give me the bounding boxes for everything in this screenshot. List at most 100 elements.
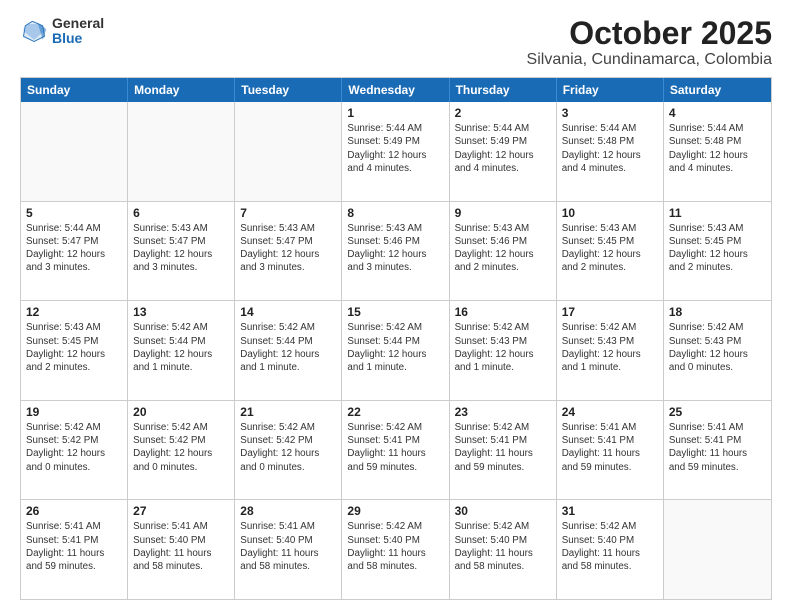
day-number: 28 (240, 504, 336, 518)
day-info: Sunrise: 5:42 AM Sunset: 5:40 PM Dayligh… (347, 520, 443, 573)
calendar-day-17: 17 Sunrise: 5:42 AM Sunset: 5:43 PM Dayli… (557, 301, 664, 400)
day-number: 17 (562, 305, 658, 319)
header-day-saturday: Saturday (664, 78, 771, 102)
header-day-monday: Monday (128, 78, 235, 102)
calendar-day-14: 14 Sunrise: 5:42 AM Sunset: 5:44 PM Dayli… (235, 301, 342, 400)
calendar-day-20: 20 Sunrise: 5:42 AM Sunset: 5:42 PM Dayli… (128, 401, 235, 500)
logo-blue-text: Blue (52, 31, 104, 46)
calendar-day-24: 24Sunrise: 5:41 AM Sunset: 5:41 PM Dayli… (557, 401, 664, 500)
day-number: 5 (26, 206, 122, 220)
calendar-day-13: 13 Sunrise: 5:42 AM Sunset: 5:44 PM Dayli… (128, 301, 235, 400)
calendar-empty-cell (21, 102, 128, 201)
header-day-friday: Friday (557, 78, 664, 102)
day-number: 15 (347, 305, 443, 319)
day-number: 14 (240, 305, 336, 319)
calendar-day-6: 6 Sunrise: 5:43 AM Sunset: 5:47 PM Daylig… (128, 202, 235, 301)
calendar-day-8: 8Sunrise: 5:43 AM Sunset: 5:46 PM Daylig… (342, 202, 449, 301)
calendar-day-29: 29 Sunrise: 5:42 AM Sunset: 5:40 PM Dayli… (342, 500, 449, 599)
calendar-day-4: 4 Sunrise: 5:44 AM Sunset: 5:48 PM Daylig… (664, 102, 771, 201)
day-info: Sunrise: 5:41 AM Sunset: 5:40 PM Dayligh… (133, 520, 229, 573)
day-number: 29 (347, 504, 443, 518)
day-info: Sunrise: 5:42 AM Sunset: 5:41 PM Dayligh… (455, 421, 551, 474)
calendar-header: SundayMondayTuesdayWednesdayThursdayFrid… (21, 78, 771, 102)
day-info: Sunrise: 5:42 AM Sunset: 5:43 PM Dayligh… (669, 321, 766, 374)
calendar-day-1: 1 Sunrise: 5:44 AM Sunset: 5:49 PM Daylig… (342, 102, 449, 201)
day-info: Sunrise: 5:44 AM Sunset: 5:48 PM Dayligh… (669, 122, 766, 175)
day-info: Sunrise: 5:42 AM Sunset: 5:44 PM Dayligh… (347, 321, 443, 374)
calendar-week-2: 5Sunrise: 5:44 AM Sunset: 5:47 PM Daylig… (21, 202, 771, 302)
calendar-empty-cell (664, 500, 771, 599)
calendar-day-31: 31 Sunrise: 5:42 AM Sunset: 5:40 PM Dayli… (557, 500, 664, 599)
day-number: 23 (455, 405, 551, 419)
calendar-day-19: 19Sunrise: 5:42 AM Sunset: 5:42 PM Dayli… (21, 401, 128, 500)
day-info: Sunrise: 5:44 AM Sunset: 5:49 PM Dayligh… (347, 122, 443, 175)
day-number: 11 (669, 206, 766, 220)
day-info: Sunrise: 5:41 AM Sunset: 5:41 PM Dayligh… (26, 520, 122, 573)
calendar-week-5: 26 Sunrise: 5:41 AM Sunset: 5:41 PM Dayli… (21, 500, 771, 599)
day-info: Sunrise: 5:44 AM Sunset: 5:48 PM Dayligh… (562, 122, 658, 175)
calendar-day-7: 7 Sunrise: 5:43 AM Sunset: 5:47 PM Daylig… (235, 202, 342, 301)
day-number: 4 (669, 106, 766, 120)
calendar-week-4: 19 Sunrise: 5:42 AM Sunset: 5:42 PM Dayli… (21, 401, 771, 501)
day-number: 13 (133, 305, 229, 319)
day-info: Sunrise: 5:42 AM Sunset: 5:40 PM Dayligh… (455, 520, 551, 573)
header-day-thursday: Thursday (450, 78, 557, 102)
calendar-day-30: 30Sunrise: 5:42 AM Sunset: 5:40 PM Dayli… (450, 500, 557, 599)
day-number: 21 (240, 405, 336, 419)
calendar-empty-cell (128, 102, 235, 201)
day-number: 1 (347, 106, 443, 120)
day-number: 18 (669, 305, 766, 319)
day-number: 8 (347, 206, 443, 220)
header: General Blue October 2025 Silvania, Cund… (20, 16, 772, 69)
day-info: Sunrise: 5:41 AM Sunset: 5:41 PM Dayligh… (669, 421, 766, 474)
calendar-day-11: 11Sunrise: 5:43 AM Sunset: 5:45 PM Dayli… (664, 202, 771, 301)
calendar-day-22: 22Sunrise: 5:42 AM Sunset: 5:41 PM Dayli… (342, 401, 449, 500)
logo-general-text: General (52, 16, 104, 31)
day-number: 6 (133, 206, 229, 220)
day-number: 31 (562, 504, 658, 518)
day-info: Sunrise: 5:41 AM Sunset: 5:40 PM Dayligh… (240, 520, 336, 573)
day-number: 26 (26, 504, 122, 518)
day-info: Sunrise: 5:42 AM Sunset: 5:41 PM Dayligh… (347, 421, 443, 474)
header-day-tuesday: Tuesday (235, 78, 342, 102)
calendar-day-10: 10 Sunrise: 5:43 AM Sunset: 5:45 PM Dayli… (557, 202, 664, 301)
day-info: Sunrise: 5:42 AM Sunset: 5:43 PM Dayligh… (562, 321, 658, 374)
header-day-wednesday: Wednesday (342, 78, 449, 102)
day-number: 19 (26, 405, 122, 419)
calendar-day-28: 28 Sunrise: 5:41 AM Sunset: 5:40 PM Dayli… (235, 500, 342, 599)
day-info: Sunrise: 5:42 AM Sunset: 5:44 PM Dayligh… (240, 321, 336, 374)
day-info: Sunrise: 5:42 AM Sunset: 5:43 PM Dayligh… (455, 321, 551, 374)
day-info: Sunrise: 5:43 AM Sunset: 5:45 PM Dayligh… (26, 321, 122, 374)
title-block: October 2025 Silvania, Cundinamarca, Col… (527, 16, 772, 69)
calendar-day-21: 21Sunrise: 5:42 AM Sunset: 5:42 PM Dayli… (235, 401, 342, 500)
day-info: Sunrise: 5:42 AM Sunset: 5:44 PM Dayligh… (133, 321, 229, 374)
logo: General Blue (20, 16, 104, 47)
calendar-day-18: 18 Sunrise: 5:42 AM Sunset: 5:43 PM Dayli… (664, 301, 771, 400)
day-info: Sunrise: 5:42 AM Sunset: 5:42 PM Dayligh… (133, 421, 229, 474)
day-info: Sunrise: 5:42 AM Sunset: 5:40 PM Dayligh… (562, 520, 658, 573)
calendar-day-25: 25Sunrise: 5:41 AM Sunset: 5:41 PM Dayli… (664, 401, 771, 500)
day-number: 24 (562, 405, 658, 419)
day-number: 2 (455, 106, 551, 120)
day-info: Sunrise: 5:43 AM Sunset: 5:45 PM Dayligh… (562, 222, 658, 275)
page-title: October 2025 (527, 16, 772, 51)
calendar-day-27: 27 Sunrise: 5:41 AM Sunset: 5:40 PM Dayli… (128, 500, 235, 599)
logo-text: General Blue (52, 16, 104, 47)
day-info: Sunrise: 5:43 AM Sunset: 5:47 PM Dayligh… (240, 222, 336, 275)
calendar-day-3: 3Sunrise: 5:44 AM Sunset: 5:48 PM Daylig… (557, 102, 664, 201)
day-number: 27 (133, 504, 229, 518)
day-info: Sunrise: 5:43 AM Sunset: 5:47 PM Dayligh… (133, 222, 229, 275)
calendar-day-26: 26 Sunrise: 5:41 AM Sunset: 5:41 PM Dayli… (21, 500, 128, 599)
day-number: 20 (133, 405, 229, 419)
calendar-day-23: 23 Sunrise: 5:42 AM Sunset: 5:41 PM Dayli… (450, 401, 557, 500)
day-number: 10 (562, 206, 658, 220)
day-number: 16 (455, 305, 551, 319)
header-day-sunday: Sunday (21, 78, 128, 102)
calendar-day-15: 15 Sunrise: 5:42 AM Sunset: 5:44 PM Dayli… (342, 301, 449, 400)
day-number: 12 (26, 305, 122, 319)
calendar-week-1: 1 Sunrise: 5:44 AM Sunset: 5:49 PM Daylig… (21, 102, 771, 202)
page: General Blue October 2025 Silvania, Cund… (0, 0, 792, 612)
calendar-day-16: 16 Sunrise: 5:42 AM Sunset: 5:43 PM Dayli… (450, 301, 557, 400)
day-number: 7 (240, 206, 336, 220)
calendar: SundayMondayTuesdayWednesdayThursdayFrid… (20, 77, 772, 600)
